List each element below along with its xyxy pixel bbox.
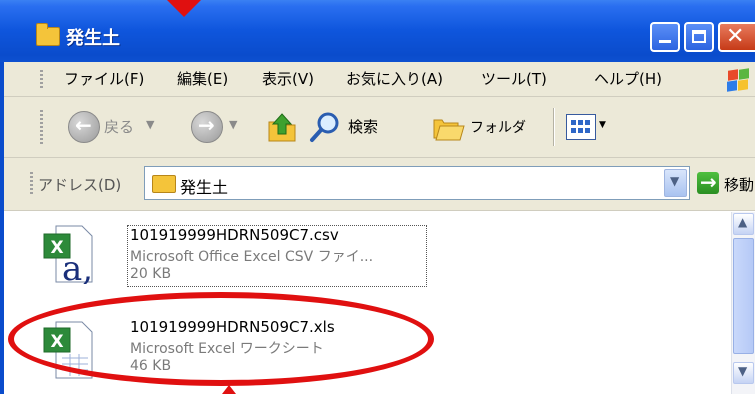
excel-csv-icon[interactable]: X a, [42,222,94,289]
address-value[interactable]: 発生土 [180,174,228,198]
scroll-down-button[interactable]: ▼ [733,362,754,384]
up-folder-icon[interactable] [265,110,299,144]
file-name[interactable]: 101919999HDRN509C7.csv [130,226,339,244]
forward-button[interactable]: → [191,111,223,143]
search-label[interactable]: 検索 [348,116,378,137]
address-grip-handle[interactable] [30,172,33,194]
scroll-up-button[interactable]: ▲ [733,213,754,235]
annotation-ellipse [8,292,434,386]
back-arrow-icon: ← [75,113,92,137]
minimize-button[interactable] [650,22,680,52]
go-arrow-icon[interactable]: → [697,170,719,194]
menu-grip-handle[interactable] [40,70,43,90]
menu-favorites[interactable]: お気に入り(A) [346,68,443,89]
forward-arrow-icon: → [198,113,215,137]
menu-help[interactable]: ヘルプ(H) [594,68,662,89]
menu-tools[interactable]: ツール(T) [481,68,547,89]
chevron-down-icon: ▼ [738,364,748,378]
address-folder-icon [152,175,176,193]
window-title: 発生土 [66,28,120,49]
go-label[interactable]: 移動 [724,174,754,195]
annotation-arrow-up [222,385,236,394]
close-button[interactable]: ✕ [718,22,755,52]
folder-icon [36,23,60,46]
windows-logo-icon [718,64,752,94]
scroll-thumb[interactable] [733,238,754,354]
close-icon: ✕ [726,24,745,49]
menu-file[interactable]: ファイル(F) [64,68,144,89]
chevron-up-icon: ▲ [738,215,748,229]
folders-icon[interactable] [432,114,466,142]
svg-text:a,: a, [62,249,93,284]
address-label: アドレス(D) [38,176,122,194]
chevron-down-icon: ▼ [670,174,680,188]
back-label[interactable]: 戻る [104,116,134,137]
search-icon[interactable] [308,110,342,144]
toolbar-grip-handle[interactable] [40,110,43,146]
back-dropdown-icon[interactable]: ▼ [146,118,154,131]
annotation-arrow-down [167,0,201,17]
menu-edit[interactable]: 編集(E) [177,68,228,89]
maximize-button[interactable] [684,22,714,52]
views-dropdown-icon[interactable]: ▼ [599,120,606,130]
file-size: 20 KB [130,266,172,282]
menu-view[interactable]: 表示(V) [262,68,314,89]
views-icon[interactable] [566,114,596,140]
folders-label[interactable]: フォルダ [470,117,526,137]
file-type: Microsoft Office Excel CSV ファイ... [130,249,374,265]
window-frame-left [0,62,4,394]
minimize-icon [659,40,671,43]
maximize-icon [692,30,706,43]
address-dropdown-button[interactable]: ▼ [664,169,687,197]
back-button[interactable]: ← [68,111,100,143]
forward-dropdown-icon[interactable]: ▼ [229,118,237,131]
toolbar-separator [553,108,555,146]
